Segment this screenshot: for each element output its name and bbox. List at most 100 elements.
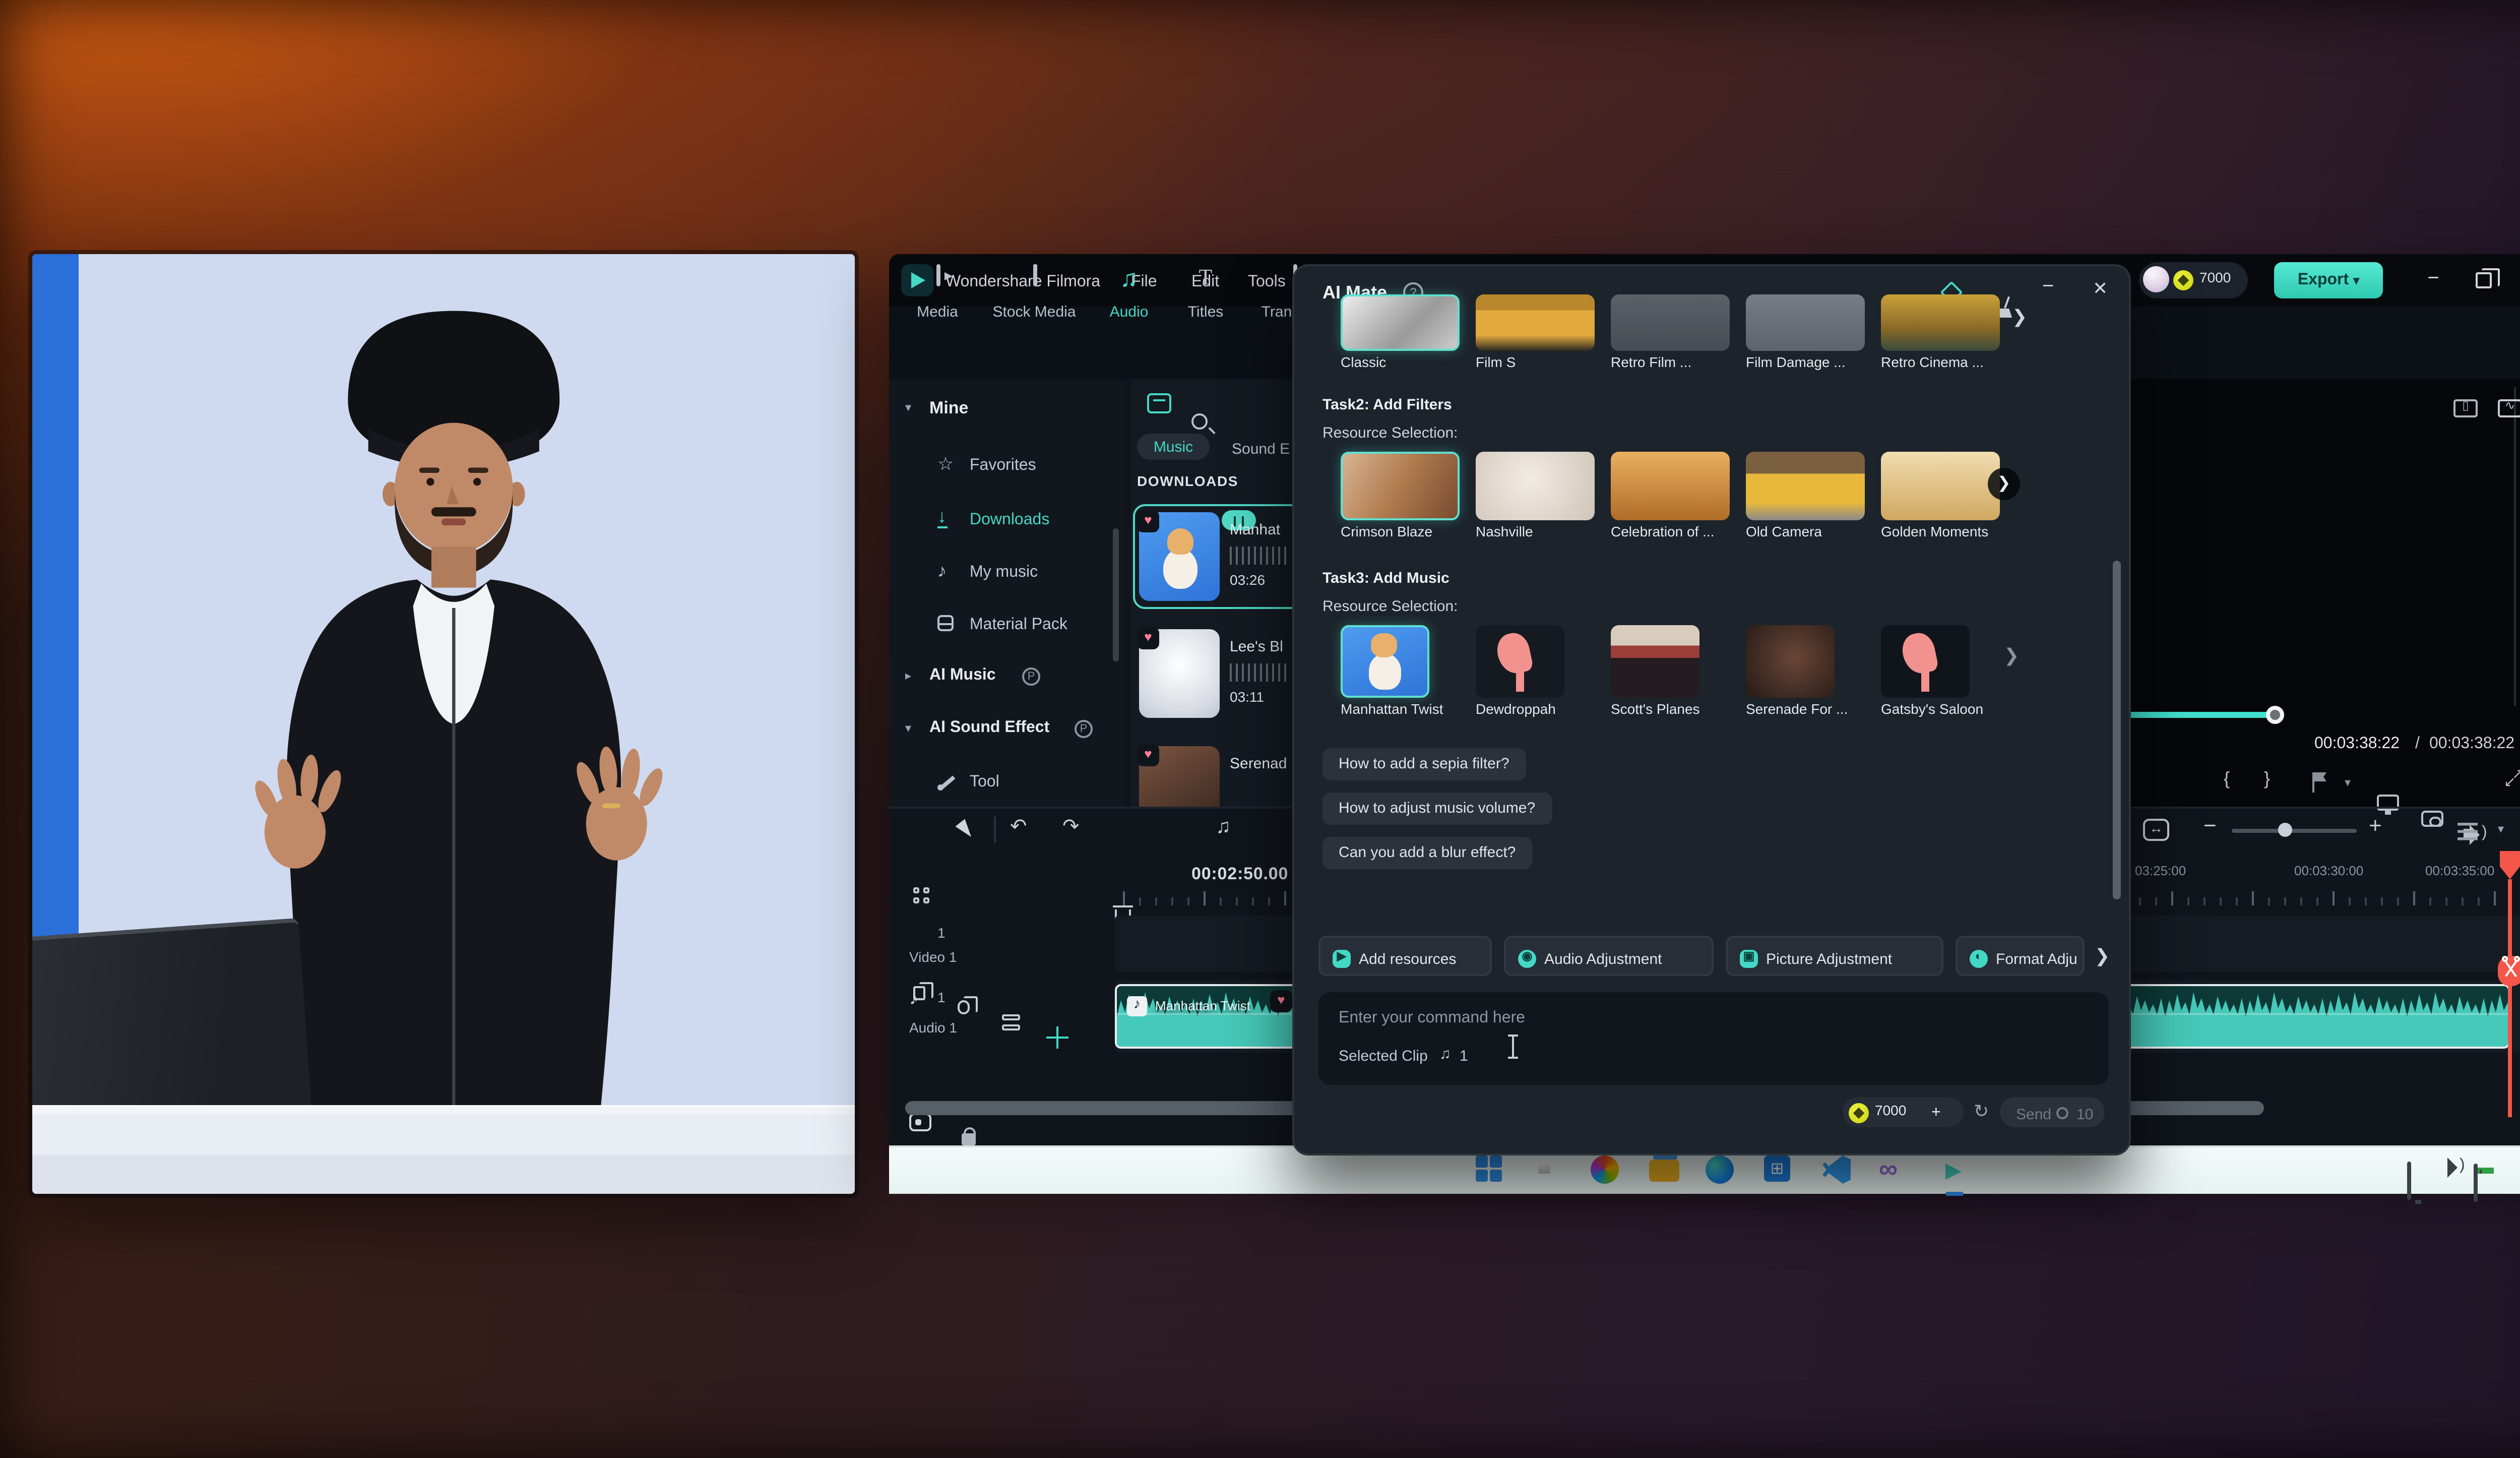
command-input[interactable]: Enter your command here Selected Clip ♫ … bbox=[1318, 992, 2109, 1085]
media-tab-sound-effect[interactable]: Sound E bbox=[1232, 440, 1290, 458]
restore-button[interactable] bbox=[2470, 264, 2502, 296]
dialog-close-button[interactable]: ✕ bbox=[2093, 278, 2108, 300]
favorite-heart-icon[interactable]: ♥ bbox=[1137, 510, 1159, 532]
filter-thumbnail-film-s[interactable] bbox=[1476, 294, 1595, 351]
sidebar-item-favorites[interactable]: Favorites bbox=[970, 456, 1036, 474]
suggestion-chip[interactable]: How to add a sepia filter? bbox=[1322, 748, 1526, 780]
dialog-coin-pill[interactable]: 7000 + bbox=[1843, 1097, 1964, 1127]
playhead-scissors-badge[interactable] bbox=[2498, 956, 2520, 986]
send-button[interactable]: Send 10 bbox=[2000, 1097, 2105, 1127]
tab-titles[interactable]: T Titles bbox=[1171, 254, 1240, 327]
tab-media[interactable]: Media bbox=[901, 254, 974, 327]
music-thumbnail-gatsbys-saloon[interactable] bbox=[1881, 625, 1970, 698]
file-explorer-icon[interactable] bbox=[1649, 1160, 1681, 1192]
format-adjustment-button[interactable]: ◐ Format Adju bbox=[1956, 936, 2085, 976]
music-thumbnail-dewdroppah[interactable] bbox=[1476, 625, 1564, 698]
lock-icon[interactable] bbox=[962, 1133, 976, 1144]
sidebar-item-material-pack[interactable]: Material Pack bbox=[970, 615, 1067, 633]
zoom-in-icon[interactable]: + bbox=[2369, 815, 2382, 839]
media-tab-music[interactable]: Music bbox=[1137, 434, 1210, 460]
filmora-taskbar-icon[interactable] bbox=[1937, 1156, 1970, 1188]
undo-icon[interactable]: ↶ bbox=[1010, 817, 1027, 839]
waveform-scope-icon[interactable]: ∿ bbox=[2498, 399, 2520, 417]
filter-thumbnail-golden-moments[interactable] bbox=[1881, 452, 2000, 520]
suggestion-chip[interactable]: How to adjust music volume? bbox=[1322, 793, 1551, 825]
favorite-heart-icon[interactable]: ♥ bbox=[1137, 627, 1159, 649]
filter-thumbnail-old-camera[interactable] bbox=[1746, 452, 1865, 520]
media-browser-icon[interactable] bbox=[913, 887, 931, 905]
filter-thumbnail-classic[interactable] bbox=[1341, 294, 1460, 351]
export-button[interactable]: Export ▾ bbox=[2274, 262, 2383, 298]
network-icon[interactable] bbox=[2407, 1164, 2411, 1200]
zoom-slider[interactable] bbox=[2232, 829, 2357, 833]
vscode-icon[interactable] bbox=[1822, 1156, 1855, 1188]
tab-audio[interactable]: ♫ Audio bbox=[1095, 254, 1163, 327]
send-coin-icon bbox=[2056, 1106, 2068, 1118]
music-thumbnail-scotts-planes[interactable] bbox=[1611, 625, 1699, 698]
filter-thumbnail-retro-cinema[interactable] bbox=[1881, 294, 2000, 351]
mark-in-icon[interactable]: { bbox=[2224, 768, 2230, 788]
layout-icon[interactable] bbox=[1002, 1014, 1020, 1030]
paste-icon[interactable] bbox=[958, 1000, 970, 1014]
auto-ripple-icon[interactable] bbox=[1046, 1026, 1068, 1049]
chevron-down-icon[interactable]: ▾ bbox=[2498, 823, 2504, 837]
sidebar-item-mine[interactable]: Mine bbox=[929, 397, 969, 417]
filter-thumbnail-celebration[interactable] bbox=[1611, 452, 1730, 520]
sidebar-item-ai-sound-effect[interactable]: AI Sound Effect bbox=[929, 718, 1049, 736]
row-scroll-right-icon[interactable]: ❯ bbox=[2004, 645, 2019, 667]
redo-icon[interactable]: ↷ bbox=[1062, 817, 1080, 839]
music-thumbnail-manhattan-twist[interactable] bbox=[1341, 625, 1429, 698]
media-item[interactable]: ♥ Serenad bbox=[1135, 742, 1292, 807]
audio-tools-icon[interactable]: ♫ bbox=[1216, 817, 1231, 839]
stock-panel-icon[interactable] bbox=[1147, 393, 1171, 413]
microsoft-store-icon[interactable]: ⊞ bbox=[1764, 1156, 1796, 1188]
row-scroll-right-icon[interactable]: ❯ bbox=[2012, 307, 2027, 329]
filter-thumbnail-retro-film[interactable] bbox=[1611, 294, 1730, 351]
start-button[interactable] bbox=[1476, 1156, 1508, 1188]
sidebar-item-my-music[interactable]: My music bbox=[970, 563, 1038, 581]
favorite-heart-icon[interactable]: ♥ bbox=[1137, 744, 1159, 766]
search-icon[interactable] bbox=[1532, 1156, 1564, 1188]
dialog-minimize-button[interactable]: − bbox=[2042, 276, 2054, 298]
filter-thumbnail-crimson-blaze[interactable] bbox=[1341, 452, 1460, 520]
zoom-out-icon[interactable]: − bbox=[2203, 815, 2217, 839]
playhead-line[interactable] bbox=[2508, 879, 2511, 1117]
zoom-slider-knob[interactable] bbox=[2278, 823, 2292, 837]
suggestion-chip[interactable]: Can you add a blur effect? bbox=[1322, 837, 1532, 869]
tab-stock-media[interactable]: Stock Media bbox=[982, 254, 1087, 327]
sidebar-item-tool[interactable]: Tool bbox=[970, 772, 999, 791]
chevron-down-icon[interactable]: ▾ bbox=[2345, 776, 2351, 791]
music-thumbnail-serenade[interactable] bbox=[1746, 625, 1835, 698]
add-resources-button[interactable]: ▶ Add resources bbox=[1318, 936, 1492, 976]
visual-studio-icon[interactable]: ∞ bbox=[1879, 1156, 1911, 1188]
minimize-button[interactable]: − bbox=[2417, 264, 2449, 296]
thumbnail-label: Crimson Blaze bbox=[1341, 526, 1432, 540]
filter-thumbnail-nashville[interactable] bbox=[1476, 452, 1595, 520]
sidebar-scrollbar[interactable] bbox=[1113, 528, 1119, 661]
playhead-flag[interactable] bbox=[2500, 851, 2520, 879]
refresh-icon[interactable]: ↻ bbox=[1974, 1101, 1989, 1123]
marker-flag-icon[interactable] bbox=[2312, 772, 2315, 793]
sidebar-item-downloads[interactable]: Downloads bbox=[970, 510, 1049, 528]
track-options-icon[interactable] bbox=[2458, 823, 2478, 841]
battery-icon[interactable] bbox=[2474, 1166, 2478, 1202]
row-scroll-right-button[interactable]: ❯ bbox=[1988, 468, 2020, 500]
media-item[interactable]: ♥ Lee's Bl 03:11 bbox=[1135, 625, 1292, 722]
search-icon[interactable] bbox=[1191, 413, 1208, 430]
thumbnail-label: Serenade For ... bbox=[1746, 704, 1848, 718]
fullscreen-icon[interactable]: ↗↙ bbox=[2506, 770, 2520, 791]
add-coins-icon[interactable]: + bbox=[1931, 1103, 1941, 1121]
edge-icon[interactable] bbox=[1706, 1156, 1738, 1188]
fit-timeline-icon[interactable]: ↔ bbox=[2143, 819, 2169, 841]
dialog-scrollbar[interactable] bbox=[2113, 561, 2120, 899]
sidebar-item-ai-music[interactable]: AI Music bbox=[929, 665, 996, 684]
filter-thumbnail-film-damage[interactable] bbox=[1746, 294, 1865, 351]
mark-out-icon[interactable]: } bbox=[2264, 768, 2270, 788]
playback-knob[interactable] bbox=[2266, 706, 2284, 724]
media-item[interactable]: ♥ Manhat 03:26 bbox=[1135, 508, 1292, 605]
copilot-icon[interactable] bbox=[1591, 1156, 1623, 1188]
audio-adjustment-button[interactable]: ◉ Audio Adjustment bbox=[1504, 936, 1714, 976]
picture-adjustment-button[interactable]: ▣ Picture Adjustment bbox=[1726, 936, 1943, 976]
account-pill[interactable]: 7000 bbox=[2139, 262, 2248, 298]
actions-scroll-right-icon[interactable]: ❯ bbox=[2095, 946, 2110, 968]
